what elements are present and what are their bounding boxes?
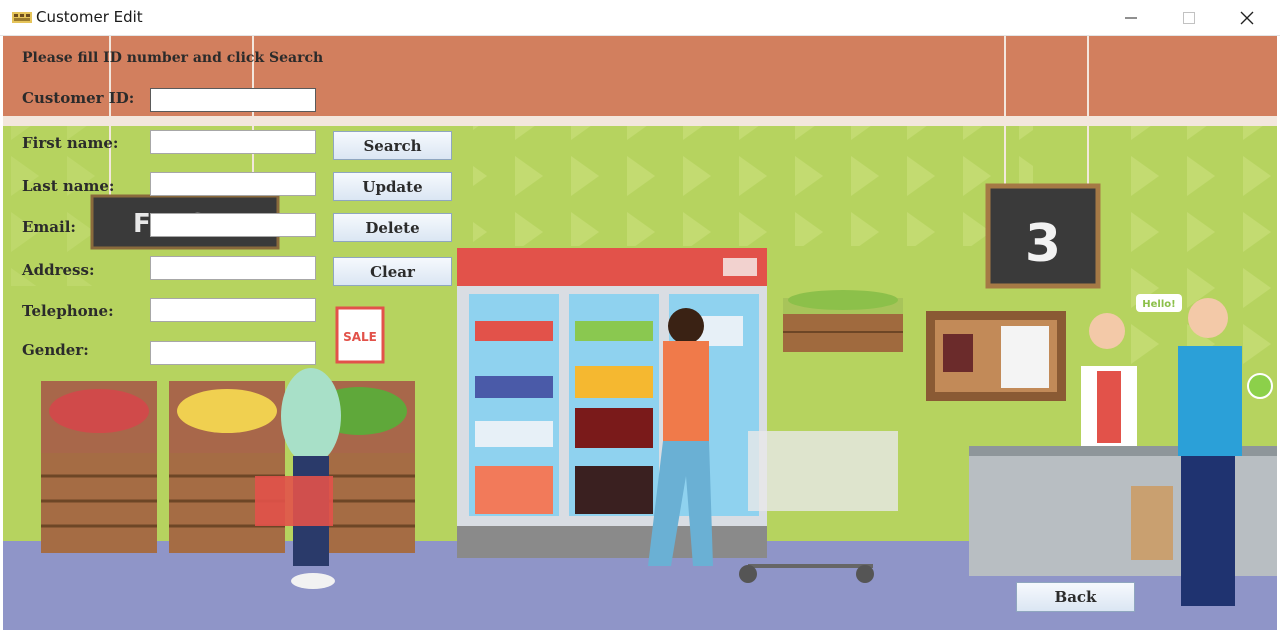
app-icon [12, 12, 32, 23]
email-field[interactable] [150, 213, 316, 237]
title-bar[interactable]: Customer Edit [0, 0, 1280, 36]
last-name-field[interactable] [150, 172, 316, 196]
supermarket-background: FRESH 3 [3, 36, 1277, 630]
back-button[interactable]: Back [1016, 582, 1135, 612]
last-name-label: Last name: [22, 177, 115, 195]
search-button[interactable]: Search [333, 131, 452, 160]
first-name-label: First name: [22, 134, 119, 152]
maximize-icon [1183, 11, 1195, 24]
speech-bubble-text: Hello! [1142, 299, 1175, 310]
telephone-label: Telephone: [22, 302, 114, 320]
telephone-field[interactable] [150, 298, 316, 322]
customer-id-label: Customer ID: [22, 89, 135, 107]
window-title: Customer Edit [36, 8, 143, 26]
address-label: Address: [22, 261, 95, 279]
close-button[interactable] [1218, 0, 1276, 35]
maximize-button[interactable] [1160, 0, 1218, 35]
update-button[interactable]: Update [333, 172, 452, 201]
minimize-button[interactable] [1102, 0, 1160, 35]
email-label: Email: [22, 218, 76, 236]
customer-edit-window: Customer Edit 3 SALE Hello! Please fill … [0, 0, 1280, 630]
gender-label: Gender: [22, 341, 89, 359]
minimize-icon [1125, 17, 1137, 18]
supermarket-illustration: FRESH 3 [3, 36, 1277, 630]
close-icon [1240, 11, 1254, 24]
address-field[interactable] [150, 256, 316, 280]
first-name-field[interactable] [150, 130, 316, 154]
aisle-sign-number: 3 [1025, 214, 1061, 274]
instruction-text: Please fill ID number and click Search [22, 50, 324, 66]
gender-field[interactable] [150, 341, 316, 365]
sale-sign-text: SALE [343, 330, 377, 344]
delete-button[interactable]: Delete [333, 213, 452, 242]
customer-id-field[interactable] [150, 88, 316, 112]
clear-button[interactable]: Clear [333, 257, 452, 286]
